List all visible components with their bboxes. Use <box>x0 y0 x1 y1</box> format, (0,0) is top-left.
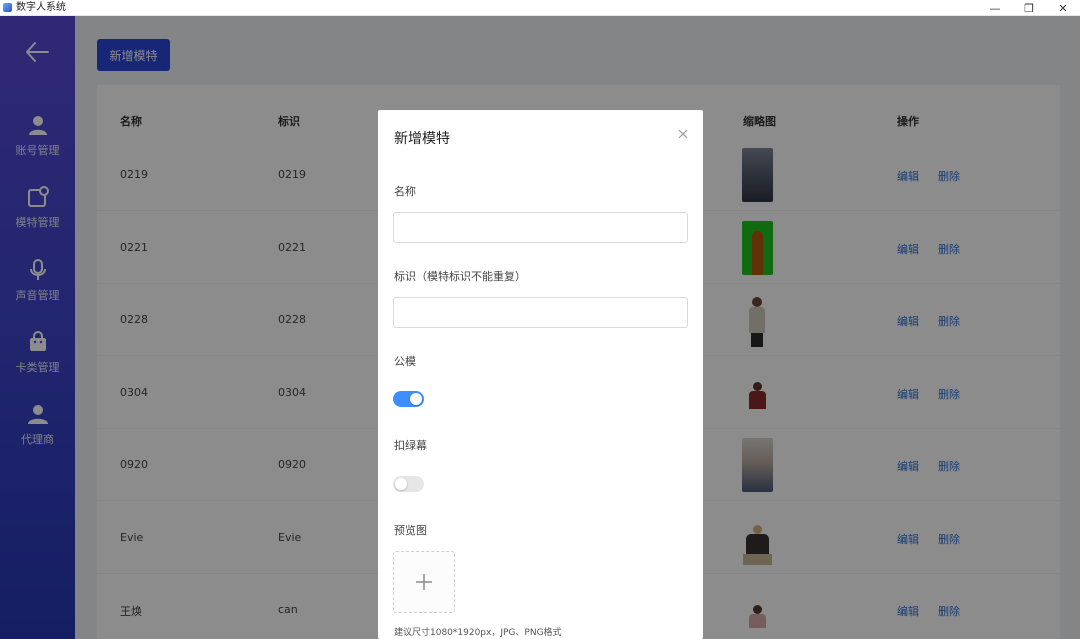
preview-label: 预览图 <box>394 524 427 537</box>
preview-upload[interactable] <box>393 551 455 613</box>
app-window: 数字人系统 — ❐ ✕ 账号管理 模特管理 声音管理 卡类管理 代理商 新增模特… <box>0 0 1080 639</box>
dialog-title: 新增模特 <box>394 131 450 147</box>
switch-knob <box>410 393 422 405</box>
public-model-label: 公模 <box>394 355 416 368</box>
id-input[interactable] <box>393 297 688 328</box>
restore-button[interactable]: ❐ <box>1012 0 1046 16</box>
name-input[interactable] <box>393 212 688 243</box>
public-model-switch[interactable] <box>393 391 424 407</box>
app-logo-icon <box>3 3 12 12</box>
id-label: 标识（模特标识不能重复） <box>394 270 526 283</box>
name-label: 名称 <box>394 185 416 198</box>
window-controls: — ❐ ✕ <box>978 0 1080 16</box>
switch-knob <box>395 478 407 490</box>
greenscreen-label: 扣绿幕 <box>394 439 427 452</box>
upload-hint: 建议尺寸1080*1920px，JPG、PNG格式 <box>394 628 562 638</box>
close-icon[interactable] <box>677 128 689 140</box>
plus-icon <box>416 574 432 590</box>
close-window-button[interactable]: ✕ <box>1046 0 1080 16</box>
title-bar: 数字人系统 — ❐ ✕ <box>0 0 1080 16</box>
window-title: 数字人系统 <box>16 1 66 13</box>
greenscreen-switch[interactable] <box>393 476 424 492</box>
minimize-button[interactable]: — <box>978 0 1012 16</box>
add-model-dialog: 新增模特 名称 标识（模特标识不能重复） 公模 扣绿幕 预览图 建议尺寸1080… <box>378 110 703 639</box>
